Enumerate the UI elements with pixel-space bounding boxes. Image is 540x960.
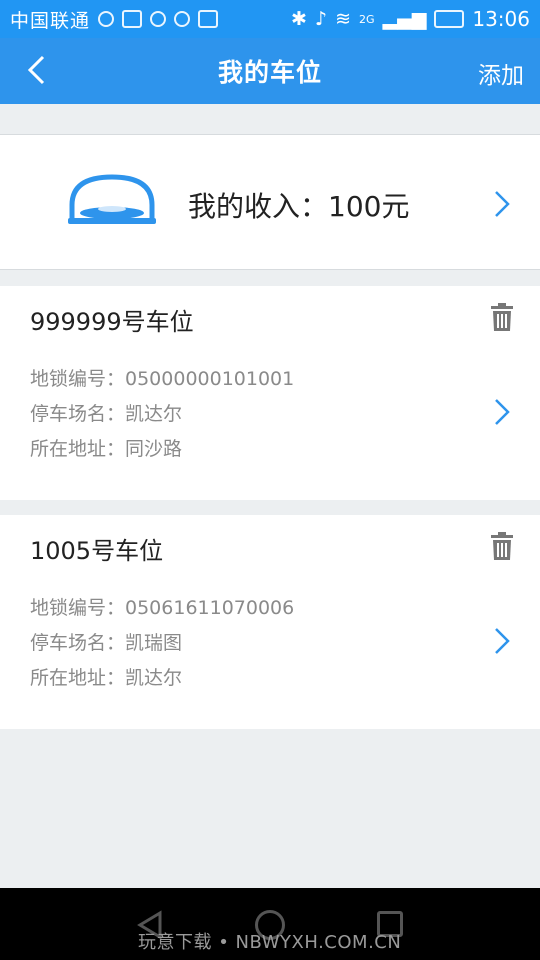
status-right: ✱ ♪ ≋ 2G ▂▄▆ 13:06 bbox=[291, 7, 530, 31]
gallery-icon bbox=[122, 10, 143, 28]
signal-icon: ▂▄▆ bbox=[382, 8, 427, 30]
add-button[interactable]: 添加 bbox=[478, 56, 524, 90]
status-left: 中国联通 bbox=[10, 6, 219, 33]
trash-icon[interactable] bbox=[490, 531, 514, 561]
wifi-icon: ≋ bbox=[335, 8, 351, 30]
lock-number: 地锁编号：05000000101001 bbox=[30, 368, 295, 390]
watermark: 玩意下载 • NBWYXH.COM.CN bbox=[138, 932, 402, 953]
network-label: 2G bbox=[358, 12, 375, 26]
chevron-right-icon bbox=[495, 628, 510, 654]
bluetooth-icon: ✱ bbox=[291, 8, 307, 30]
spot-title: 999999号车位 bbox=[30, 308, 194, 336]
page-title: 我的车位 bbox=[217, 58, 322, 87]
income-text: 我的收入：100元 bbox=[188, 190, 410, 223]
android-icon bbox=[198, 10, 219, 28]
address: 所在地址：凯达尔 bbox=[30, 667, 183, 689]
parking-spot-card[interactable]: 1005号车位 地锁编号：05061611070006 停车场名：凯瑞图 所在地… bbox=[0, 515, 540, 729]
mute-icon: ♪ bbox=[314, 8, 328, 30]
battery-icon bbox=[434, 10, 465, 28]
lock-number: 地锁编号：05061611070006 bbox=[30, 597, 295, 619]
clock: 13:06 bbox=[472, 7, 530, 31]
trash-icon[interactable] bbox=[490, 302, 514, 332]
carrier-label: 中国联通 bbox=[10, 9, 91, 32]
chevron-left-icon bbox=[27, 55, 45, 85]
app-bar: 我的车位 添加 bbox=[0, 38, 540, 104]
notification-icon bbox=[98, 11, 115, 27]
system-nav-bar: 玩意下载 • NBWYXH.COM.CN bbox=[0, 888, 540, 960]
parking-lot-name: 停车场名：凯瑞图 bbox=[30, 632, 183, 654]
spot-title: 1005号车位 bbox=[30, 537, 164, 565]
chevron-right-icon bbox=[495, 399, 510, 425]
parking-spot-card[interactable]: 999999号车位 地锁编号：05000000101001 停车场名：凯达尔 所… bbox=[0, 286, 540, 500]
income-card[interactable]: 我的收入：100元 bbox=[0, 134, 540, 270]
settings-icon bbox=[174, 11, 191, 27]
parking-lot-name: 停车场名：凯达尔 bbox=[30, 403, 183, 425]
chevron-right-icon bbox=[495, 191, 510, 217]
address: 所在地址：同沙路 bbox=[30, 438, 183, 460]
back-button[interactable] bbox=[16, 50, 56, 90]
parking-lock-icon bbox=[68, 174, 156, 224]
chat-icon bbox=[150, 11, 167, 27]
status-bar: 中国联通 ✱ ♪ ≋ 2G ▂▄▆ 13:06 bbox=[0, 0, 540, 38]
